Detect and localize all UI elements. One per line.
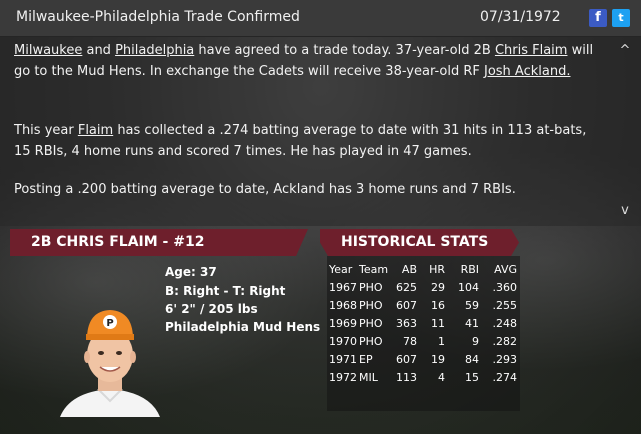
player-bats-throws: B: Right - T: Right — [165, 284, 286, 298]
stats-cell: 78 — [403, 334, 417, 348]
stats-panel: Year Team AB HR RBI AVG 1967 PHO 625 29 104.… — [327, 256, 520, 411]
story-paragraph-1: Milwaukee and Philadelphia have agreed t… — [14, 40, 604, 82]
stats-cell: 59 — [465, 298, 479, 312]
story-text: and — [82, 43, 116, 58]
stats-cell: 15 — [465, 370, 479, 384]
stats-cell: PHO — [359, 334, 383, 348]
stats-cell: 1 — [438, 334, 445, 348]
stats-row: 1968 PHO 607 16 59 .255 — [327, 296, 520, 314]
story-link[interactable]: Flaim — [78, 123, 113, 138]
player-header: 2B CHRIS FLAIM - #12 — [10, 229, 308, 256]
scroll-down-icon[interactable]: v — [618, 204, 632, 218]
stats-cell: 1971 — [329, 352, 357, 366]
stats-cell: EP — [359, 352, 373, 366]
stats-row: 1967 PHO 625 29 104 .360 — [327, 278, 520, 296]
stats-cell: 607 — [396, 352, 417, 366]
story-text: have agreed to a trade today. 37-year-ol… — [194, 43, 495, 58]
player-team[interactable]: Philadelphia Mud Hens — [165, 320, 320, 334]
player-photo: P — [60, 297, 160, 417]
news-date: 07/31/1972 — [480, 9, 561, 25]
stats-row: 1969 PHO 363 11 41 .248 — [327, 314, 520, 332]
col-hr: HR — [429, 262, 445, 276]
col-team: Team — [359, 262, 389, 276]
stats-cell: PHO — [359, 316, 383, 330]
story-paragraph-3: Posting a .200 batting average to date, … — [14, 182, 516, 197]
news-title: Milwaukee-Philadelphia Trade Confirmed — [16, 9, 300, 25]
stats-cell: 104 — [458, 280, 479, 294]
col-year: Year — [329, 262, 353, 276]
player-age: Age: 37 — [165, 265, 217, 279]
stats-cell: 11 — [431, 316, 445, 330]
stats-cell: 84 — [465, 352, 479, 366]
stats-table: Year Team AB HR RBI AVG 1967 PHO 625 29 104.… — [327, 260, 520, 386]
story-link[interactable]: Milwaukee — [14, 43, 82, 58]
stats-cell: 4 — [438, 370, 445, 384]
stats-cell: .293 — [492, 352, 518, 366]
stats-cell: 29 — [431, 280, 445, 294]
col-rbi: RBI — [460, 262, 479, 276]
stats-cell: 1968 — [329, 298, 357, 312]
stats-cell: 41 — [465, 316, 479, 330]
stats-cell: 1972 — [329, 370, 357, 384]
stats-cell: 607 — [396, 298, 417, 312]
stats-header-row: Year Team AB HR RBI AVG — [327, 260, 520, 278]
story-link[interactable]: Josh Ackland. — [484, 64, 570, 79]
story-link[interactable]: Chris Flaim — [495, 43, 568, 58]
stats-row: 1970 PHO 78 1 9 .282 — [327, 332, 520, 350]
twitter-icon[interactable]: t — [612, 9, 630, 27]
stats-cell: 16 — [431, 298, 445, 312]
stats-cell: 1970 — [329, 334, 357, 348]
facebook-icon[interactable]: f — [589, 9, 607, 27]
stats-cell: MIL — [359, 370, 378, 384]
stats-cell: .360 — [492, 280, 518, 294]
stats-cell: 363 — [396, 316, 417, 330]
scroll-up-icon[interactable]: ^ — [618, 44, 632, 58]
story-link[interactable]: Philadelphia — [115, 43, 194, 58]
stats-cell: PHO — [359, 298, 383, 312]
cap-logo: P — [106, 318, 113, 329]
story-paragraph-2: This year Flaim has collected a .274 bat… — [14, 120, 604, 162]
stats-cell: 9 — [472, 334, 479, 348]
stats-cell: 1967 — [329, 280, 357, 294]
stats-cell: 1969 — [329, 316, 357, 330]
player-size: 6' 2" / 205 lbs — [165, 302, 258, 316]
stats-row: 1972 MIL 113 4 15 .274 — [327, 368, 520, 386]
stats-cell: 19 — [431, 352, 445, 366]
stats-cell: 113 — [396, 370, 417, 384]
stats-row: 1971 EP 607 19 84 .293 — [327, 350, 520, 368]
story-text: This year — [14, 123, 78, 138]
story-body: Milwaukee and Philadelphia have agreed t… — [0, 36, 641, 226]
stats-header-label: HISTORICAL STATS — [341, 234, 489, 250]
stats-cell: .274 — [492, 370, 518, 384]
player-header-label: 2B CHRIS FLAIM - #12 — [31, 234, 205, 250]
title-bar: Milwaukee-Philadelphia Trade Confirmed 0… — [0, 0, 641, 37]
stats-cell: .282 — [492, 334, 518, 348]
stats-cell: 625 — [396, 280, 417, 294]
stats-cell: .248 — [492, 316, 518, 330]
col-avg: AVG — [494, 262, 517, 276]
stats-header: HISTORICAL STATS — [320, 229, 519, 256]
stats-cell: PHO — [359, 280, 383, 294]
col-ab: AB — [401, 262, 417, 276]
stats-cell: .255 — [492, 298, 518, 312]
